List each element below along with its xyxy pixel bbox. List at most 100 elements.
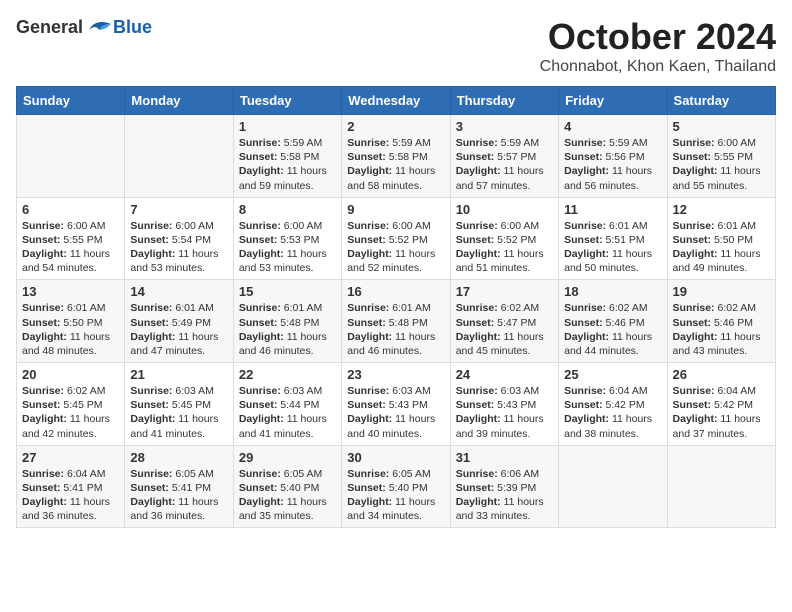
cell-info: Sunrise: 5:59 AMSunset: 5:57 PMDaylight:…	[456, 136, 553, 193]
calendar-cell	[17, 115, 125, 198]
calendar-cell: 9Sunrise: 6:00 AMSunset: 5:52 PMDaylight…	[342, 197, 450, 280]
cell-info: Sunrise: 6:01 AMSunset: 5:48 PMDaylight:…	[239, 301, 336, 358]
day-number: 26	[673, 367, 770, 382]
calendar-cell: 25 Sunrise: 6:04 AMSunset: 5:42 PMDayligh…	[559, 363, 667, 446]
logo-blue-text: Blue	[113, 17, 152, 38]
calendar-cell	[667, 445, 775, 528]
week-row-3: 13 Sunrise: 6:01 AMSunset: 5:50 PMDayligh…	[17, 280, 776, 363]
logo-bird-icon	[85, 16, 113, 38]
calendar-cell: 1 Sunrise: 5:59 AMSunset: 5:58 PMDaylight…	[233, 115, 341, 198]
page-header: General Blue October 2024 Chonnabot, Kho…	[16, 16, 776, 76]
week-row-5: 27Sunrise: 6:04 AMSunset: 5:41 PMDayligh…	[17, 445, 776, 528]
calendar-cell: 24 Sunrise: 6:03 AMSunset: 5:43 PMDayligh…	[450, 363, 558, 446]
cell-info: Sunrise: 6:02 AMSunset: 5:45 PMDaylight:…	[22, 384, 119, 441]
day-number: 21	[130, 367, 227, 382]
cell-info: Sunrise: 6:00 AMSunset: 5:55 PMDaylight:…	[22, 219, 119, 276]
calendar-table: SundayMondayTuesdayWednesdayThursdayFrid…	[16, 86, 776, 528]
day-number: 3	[456, 119, 553, 134]
day-number: 19	[673, 284, 770, 299]
cell-info: Sunrise: 6:04 AMSunset: 5:42 PMDaylight:…	[564, 384, 661, 441]
cell-info: Sunrise: 6:01 AMSunset: 5:48 PMDaylight:…	[347, 301, 444, 358]
day-number: 20	[22, 367, 119, 382]
week-row-2: 6 Sunrise: 6:00 AMSunset: 5:55 PMDaylight…	[17, 197, 776, 280]
calendar-cell: 30 Sunrise: 6:05 AMSunset: 5:40 PMDayligh…	[342, 445, 450, 528]
cell-info: Sunrise: 6:01 AMSunset: 5:49 PMDaylight:…	[130, 301, 227, 358]
location: Chonnabot, Khon Kaen, Thailand	[540, 58, 776, 76]
day-number: 30	[347, 450, 444, 465]
cell-info: Sunrise: 6:00 AMSunset: 5:54 PMDaylight:…	[130, 219, 227, 276]
day-number: 31	[456, 450, 553, 465]
day-number: 1	[239, 119, 336, 134]
cell-info: Sunrise: 6:00 AMSunset: 5:52 PMDaylight:…	[347, 219, 444, 276]
calendar-cell: 17 Sunrise: 6:02 AMSunset: 5:47 PMDayligh…	[450, 280, 558, 363]
day-number: 6	[22, 202, 119, 217]
day-number: 10	[456, 202, 553, 217]
day-number: 24	[456, 367, 553, 382]
logo-general-text: General	[16, 17, 83, 38]
calendar-cell: 5 Sunrise: 6:00 AMSunset: 5:55 PMDaylight…	[667, 115, 775, 198]
calendar-cell: 21 Sunrise: 6:03 AMSunset: 5:45 PMDayligh…	[125, 363, 233, 446]
calendar-cell: 29 Sunrise: 6:05 AMSunset: 5:40 PMDayligh…	[233, 445, 341, 528]
cell-info: Sunrise: 6:01 AMSunset: 5:50 PMDaylight:…	[673, 219, 770, 276]
day-number: 4	[564, 119, 661, 134]
calendar-cell: 23 Sunrise: 6:03 AMSunset: 5:43 PMDayligh…	[342, 363, 450, 446]
weekday-header-thursday: Thursday	[450, 87, 558, 115]
cell-info: Sunrise: 6:01 AMSunset: 5:50 PMDaylight:…	[22, 301, 119, 358]
calendar-cell	[559, 445, 667, 528]
day-number: 14	[130, 284, 227, 299]
calendar-cell: 4 Sunrise: 5:59 AMSunset: 5:56 PMDaylight…	[559, 115, 667, 198]
weekday-header-friday: Friday	[559, 87, 667, 115]
weekday-header-wednesday: Wednesday	[342, 87, 450, 115]
day-number: 8	[239, 202, 336, 217]
day-number: 13	[22, 284, 119, 299]
calendar-cell: 10Sunrise: 6:00 AMSunset: 5:52 PMDayligh…	[450, 197, 558, 280]
day-number: 17	[456, 284, 553, 299]
calendar-cell: 12 Sunrise: 6:01 AMSunset: 5:50 PMDayligh…	[667, 197, 775, 280]
calendar-cell: 11Sunrise: 6:01 AMSunset: 5:51 PMDayligh…	[559, 197, 667, 280]
calendar-cell: 18Sunrise: 6:02 AMSunset: 5:46 PMDayligh…	[559, 280, 667, 363]
day-number: 23	[347, 367, 444, 382]
day-number: 2	[347, 119, 444, 134]
day-number: 5	[673, 119, 770, 134]
cell-info: Sunrise: 6:05 AMSunset: 5:40 PMDaylight:…	[239, 467, 336, 524]
day-number: 22	[239, 367, 336, 382]
cell-info: Sunrise: 6:05 AMSunset: 5:41 PMDaylight:…	[130, 467, 227, 524]
cell-info: Sunrise: 6:03 AMSunset: 5:43 PMDaylight:…	[347, 384, 444, 441]
calendar-cell: 6 Sunrise: 6:00 AMSunset: 5:55 PMDaylight…	[17, 197, 125, 280]
cell-info: Sunrise: 6:03 AMSunset: 5:45 PMDaylight:…	[130, 384, 227, 441]
cell-info: Sunrise: 6:04 AMSunset: 5:41 PMDaylight:…	[22, 467, 119, 524]
day-number: 18	[564, 284, 661, 299]
calendar-cell: 15Sunrise: 6:01 AMSunset: 5:48 PMDayligh…	[233, 280, 341, 363]
day-number: 28	[130, 450, 227, 465]
day-number: 16	[347, 284, 444, 299]
month-title: October 2024	[540, 16, 776, 58]
day-number: 7	[130, 202, 227, 217]
weekday-header-saturday: Saturday	[667, 87, 775, 115]
logo: General Blue	[16, 16, 152, 38]
cell-info: Sunrise: 6:03 AMSunset: 5:43 PMDaylight:…	[456, 384, 553, 441]
cell-info: Sunrise: 6:02 AMSunset: 5:46 PMDaylight:…	[673, 301, 770, 358]
calendar-cell: 8 Sunrise: 6:00 AMSunset: 5:53 PMDaylight…	[233, 197, 341, 280]
day-number: 25	[564, 367, 661, 382]
calendar-cell: 26Sunrise: 6:04 AMSunset: 5:42 PMDayligh…	[667, 363, 775, 446]
cell-info: Sunrise: 5:59 AMSunset: 5:58 PMDaylight:…	[239, 136, 336, 193]
day-number: 29	[239, 450, 336, 465]
calendar-cell: 19 Sunrise: 6:02 AMSunset: 5:46 PMDayligh…	[667, 280, 775, 363]
cell-info: Sunrise: 6:05 AMSunset: 5:40 PMDaylight:…	[347, 467, 444, 524]
weekday-header-row: SundayMondayTuesdayWednesdayThursdayFrid…	[17, 87, 776, 115]
cell-info: Sunrise: 6:00 AMSunset: 5:55 PMDaylight:…	[673, 136, 770, 193]
calendar-cell: 13 Sunrise: 6:01 AMSunset: 5:50 PMDayligh…	[17, 280, 125, 363]
title-area: October 2024 Chonnabot, Khon Kaen, Thail…	[540, 16, 776, 76]
cell-info: Sunrise: 6:02 AMSunset: 5:47 PMDaylight:…	[456, 301, 553, 358]
calendar-cell: 22 Sunrise: 6:03 AMSunset: 5:44 PMDayligh…	[233, 363, 341, 446]
cell-info: Sunrise: 6:00 AMSunset: 5:53 PMDaylight:…	[239, 219, 336, 276]
cell-info: Sunrise: 5:59 AMSunset: 5:56 PMDaylight:…	[564, 136, 661, 193]
cell-info: Sunrise: 6:03 AMSunset: 5:44 PMDaylight:…	[239, 384, 336, 441]
calendar-cell: 31Sunrise: 6:06 AMSunset: 5:39 PMDayligh…	[450, 445, 558, 528]
weekday-header-sunday: Sunday	[17, 87, 125, 115]
cell-info: Sunrise: 5:59 AMSunset: 5:58 PMDaylight:…	[347, 136, 444, 193]
week-row-1: 1 Sunrise: 5:59 AMSunset: 5:58 PMDaylight…	[17, 115, 776, 198]
weekday-header-monday: Monday	[125, 87, 233, 115]
day-number: 12	[673, 202, 770, 217]
calendar-cell: 20 Sunrise: 6:02 AMSunset: 5:45 PMDayligh…	[17, 363, 125, 446]
